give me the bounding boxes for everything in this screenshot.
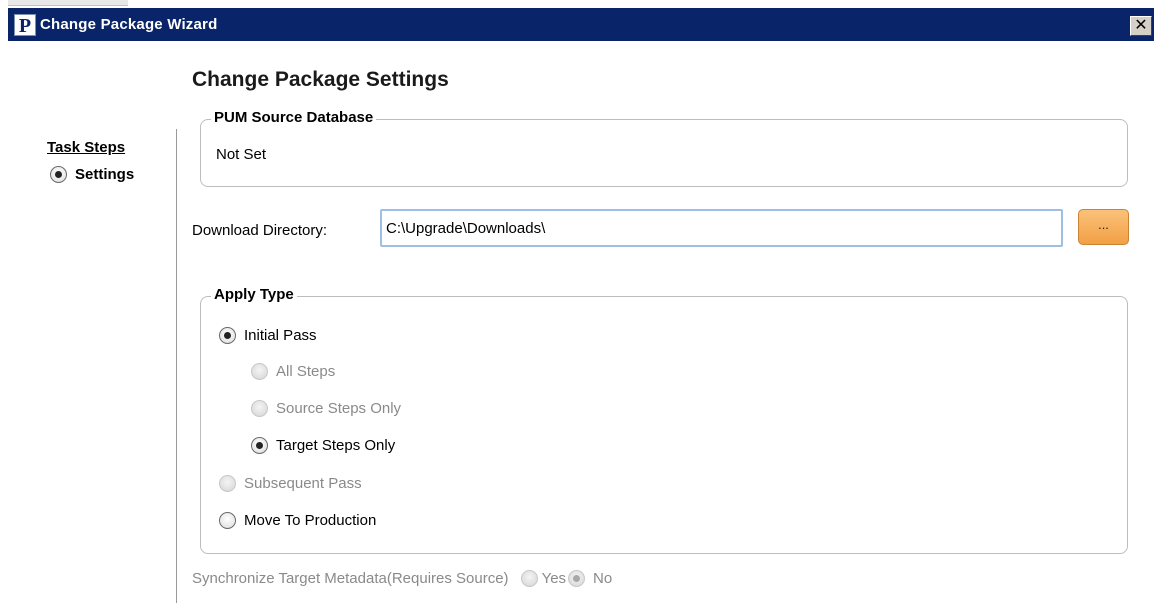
app-icon: P — [14, 13, 36, 37]
option-initial-pass[interactable]: Initial Pass — [219, 327, 317, 344]
pum-source-value: Not Set — [216, 146, 267, 163]
radio-icon — [251, 437, 268, 454]
sync-yes-label: Yes — [541, 570, 567, 587]
sync-target-metadata-row: Synchronize Target Metadata(Requires Sou… — [192, 570, 612, 587]
radio-icon — [50, 166, 67, 183]
radio-icon — [219, 475, 236, 492]
sidebar-item-label: Settings — [75, 166, 135, 183]
wizard-content: Change Package Settings Task Steps Setti… — [0, 41, 1154, 603]
option-subsequent-pass[interactable]: Subsequent Pass — [219, 475, 362, 492]
pum-source-title: PUM Source Database — [211, 109, 377, 126]
option-label: Initial Pass — [244, 327, 317, 344]
radio-icon — [251, 363, 268, 380]
option-all-steps[interactable]: All Steps — [251, 363, 335, 380]
radio-icon — [219, 327, 236, 344]
sync-no-radio[interactable] — [568, 570, 586, 587]
sync-no-label: No — [593, 570, 613, 587]
download-directory-label: Download Directory: — [192, 222, 328, 239]
option-label: Subsequent Pass — [244, 475, 362, 492]
option-move-to-production[interactable]: Move To Production — [219, 512, 376, 529]
sync-label: Synchronize Target Metadata(Requires Sou… — [192, 570, 509, 587]
sidebar-item-settings[interactable]: Settings — [50, 166, 134, 183]
sidebar-divider — [176, 129, 177, 603]
option-target-steps-only[interactable]: Target Steps Only — [251, 437, 395, 454]
page-title: Change Package Settings — [192, 68, 449, 91]
option-label: Target Steps Only — [276, 437, 396, 454]
sync-yes-radio[interactable] — [520, 570, 538, 587]
download-directory-input[interactable] — [380, 209, 1063, 247]
radio-icon — [251, 400, 268, 417]
browse-button[interactable]: ... — [1078, 209, 1129, 245]
window-title: Change Package Wizard — [40, 16, 218, 33]
option-label: All Steps — [276, 363, 336, 380]
option-label: Source Steps Only — [276, 400, 402, 417]
window-top-edge — [0, 0, 1154, 8]
background-window-sliver — [8, 0, 128, 6]
close-button[interactable]: ✕ — [1130, 16, 1152, 36]
title-bar[interactable]: P Change Package Wizard ✕ — [8, 8, 1154, 41]
apply-type-title: Apply Type — [211, 286, 297, 303]
option-label: Move To Production — [244, 512, 377, 529]
radio-icon — [219, 512, 236, 529]
option-source-steps-only[interactable]: Source Steps Only — [251, 400, 401, 417]
pum-source-group: PUM Source Database Not Set — [200, 109, 1128, 187]
task-steps-heading: Task Steps — [47, 139, 126, 156]
